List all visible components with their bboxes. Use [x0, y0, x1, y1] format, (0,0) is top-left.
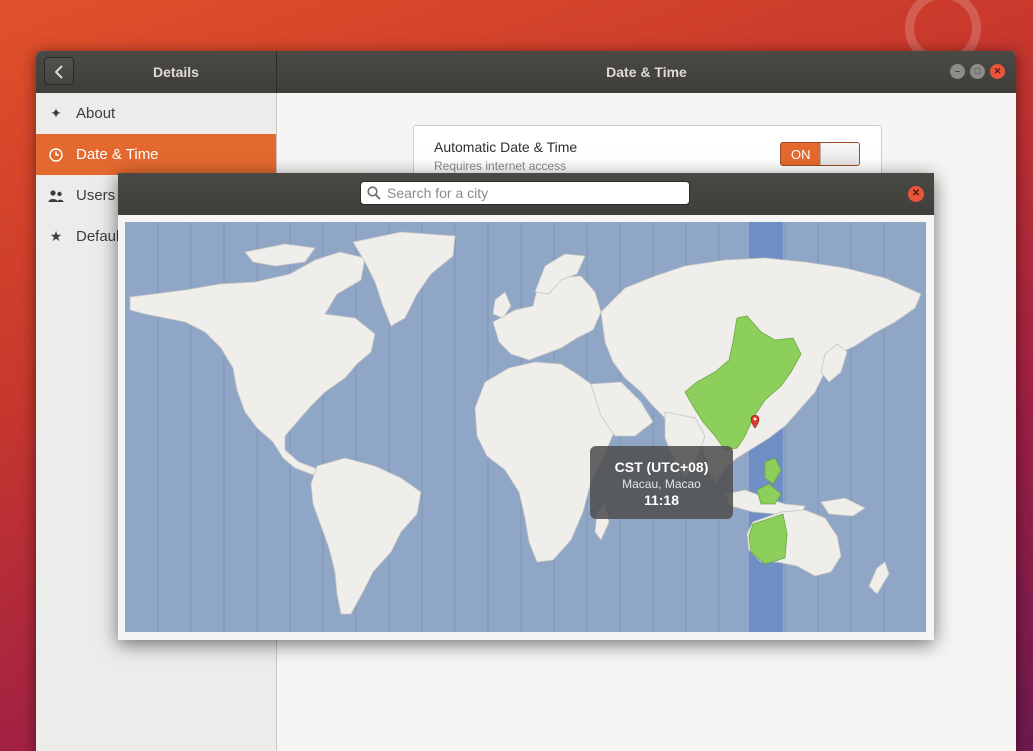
sidebar-item-about[interactable]: ✦ About	[36, 93, 276, 134]
automatic-date-time-toggle[interactable]: ON	[780, 142, 860, 166]
window-title: Date & Time	[606, 64, 687, 80]
world-map	[125, 222, 926, 632]
automatic-date-time-subtitle: Requires internet access	[434, 159, 567, 173]
close-icon: ✕	[993, 66, 1002, 76]
sidebar-title: Details	[153, 64, 199, 80]
clock-icon	[48, 147, 64, 163]
timezone-dialog: ✕	[118, 173, 934, 640]
sidebar-item-label: Users	[76, 187, 116, 204]
search-icon	[367, 186, 381, 200]
tooltip-time: 11:18	[643, 492, 680, 508]
close-icon: ✕	[911, 188, 921, 199]
toggle-label: ON	[791, 147, 811, 162]
chevron-left-icon	[54, 65, 63, 79]
dialog-close-button[interactable]: ✕	[908, 186, 924, 202]
maximize-button[interactable]: □	[970, 64, 985, 79]
sidebar-item-label: Defaul	[76, 228, 120, 245]
toggle-knob	[820, 143, 859, 165]
minimize-icon: –	[954, 66, 960, 76]
dialog-header: ✕	[118, 173, 934, 215]
star-icon: ★	[49, 228, 63, 244]
headerbar-left: Details	[36, 51, 277, 93]
users-icon	[48, 188, 64, 204]
close-button[interactable]: ✕	[990, 64, 1005, 79]
sidebar-item-label: About	[76, 105, 116, 122]
city-search-box[interactable]	[360, 181, 690, 205]
timezone-tooltip: CST (UTC+08) Macau, Macao 11:18	[590, 446, 733, 519]
sidebar-item-date-time[interactable]: Date & Time	[36, 134, 276, 175]
tooltip-city: Macau, Macao	[622, 477, 701, 491]
tooltip-timezone: CST (UTC+08)	[614, 459, 709, 475]
headerbar: Details Date & Time – □ ✕	[36, 51, 1016, 94]
automatic-date-time-title: Automatic Date & Time	[434, 139, 578, 155]
sparkle-icon: ✦	[50, 105, 62, 121]
minimize-button[interactable]: –	[950, 64, 965, 79]
back-button[interactable]	[44, 57, 74, 85]
city-search-input[interactable]	[387, 184, 683, 202]
timezone-map[interactable]: CST (UTC+08) Macau, Macao 11:18	[125, 222, 926, 632]
sidebar-item-label: Date & Time	[76, 146, 159, 163]
maximize-icon: □	[974, 66, 981, 76]
